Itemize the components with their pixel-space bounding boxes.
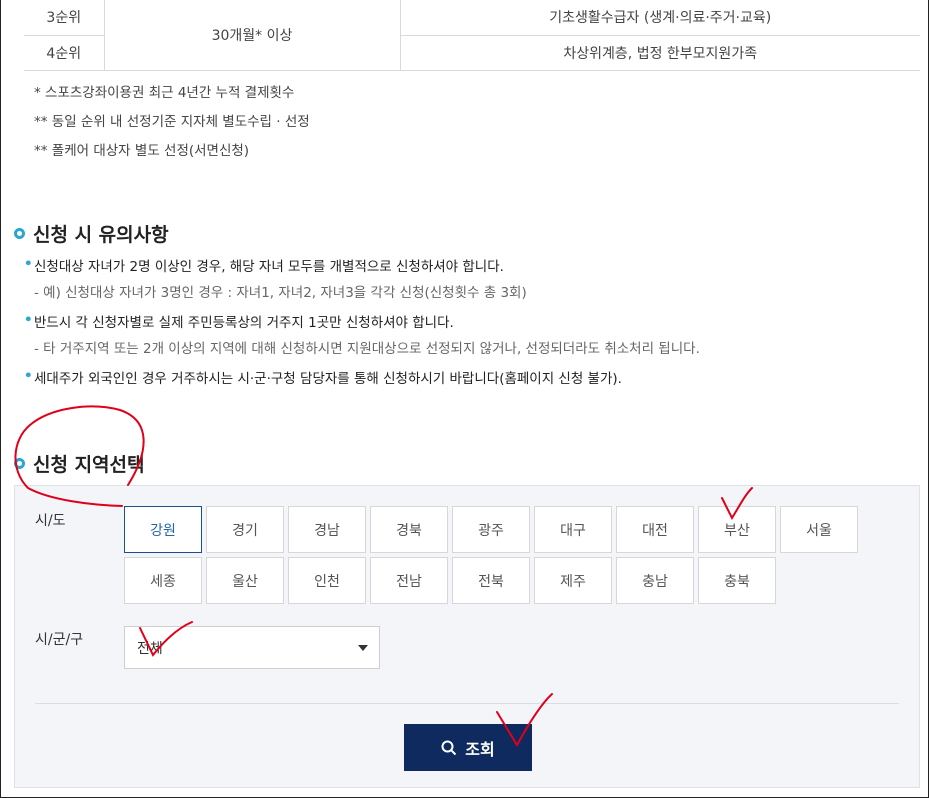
search-icon: [441, 740, 457, 755]
caret-down-icon: [358, 645, 368, 651]
sigungu-label: 시/군/구: [35, 632, 84, 648]
divider: [35, 703, 899, 704]
sigungu-value: 전체: [137, 640, 163, 657]
rank-cell: 4순위: [24, 35, 105, 71]
region-button[interactable]: 경기: [206, 506, 284, 553]
circle-bullet-icon: [14, 458, 25, 469]
region-heading: 신청 지역선택: [14, 450, 145, 477]
section-title: 신청 지역선택: [33, 454, 145, 476]
region-button[interactable]: 부산: [698, 506, 776, 553]
region-select-panel: 시/도 강원 경기 경남 경북 광주 대구 대전 부산 서울세종 울산 인천 전남 전북 제주 충남 충북 시…: [14, 485, 920, 788]
circle-bullet-icon: [14, 228, 25, 239]
caution-item: • 신청대상 자녀가 2명 이상인 경우, 해당 자녀 모두를 개별적으로 신청하…: [24, 256, 700, 304]
note-item: * 스포츠강좌이용권 최근 4년간 누적 결제횟수: [34, 85, 295, 101]
region-button[interactable]: 인천: [288, 557, 366, 604]
cautions-heading: 신청 시 유의사항: [14, 220, 169, 247]
region-button[interactable]: 대구: [534, 506, 612, 553]
caution-sub-text: - 타 거주지역 또는 2개 이상의 지역에 대해 신청하시면 지원대상으로 선…: [34, 341, 700, 357]
caution-main-text: 신청대상 자녀가 2명 이상인 경우, 해당 자녀 모두를 개별적으로 신청하셔…: [34, 259, 504, 275]
target-cell: 기초생활수급자 (생계·의료·주거·교육): [400, 0, 920, 36]
cautions-list: • 신청대상 자녀가 2명 이상인 경우, 해당 자녀 모두를 개별적으로 신청하…: [24, 256, 700, 394]
region-button[interactable]: 충남: [616, 557, 694, 604]
caution-sub-text: - 예) 신청대상 자녀가 3명인 경우 : 자녀1, 자녀2, 자녀3을 각각…: [34, 285, 527, 301]
region-button[interactable]: 강원: [124, 506, 202, 553]
bullet-icon: •: [24, 312, 33, 328]
region-button[interactable]: 경남: [288, 506, 366, 553]
region-button[interactable]: 서울: [780, 506, 858, 553]
note-item: ** 동일 순위 내 선정기준 지자체 별도수립 · 선정: [34, 114, 310, 130]
region-button[interactable]: 제주: [534, 557, 612, 604]
sido-label: 시/도: [35, 513, 66, 529]
note-item: ** 폴케어 대상자 별도 선정(서면신청): [34, 143, 250, 159]
section-title: 신청 시 유의사항: [33, 224, 169, 246]
rank-cell: 3순위: [24, 0, 105, 36]
region-button[interactable]: 충북: [698, 557, 776, 604]
region-button[interactable]: 경북: [370, 506, 448, 553]
region-button[interactable]: 광주: [452, 506, 530, 553]
table-notes: * 스포츠강좌이용권 최근 4년간 누적 결제횟수 ** 동일 순위 내 선정기…: [34, 79, 310, 166]
region-button[interactable]: 전북: [452, 557, 530, 604]
region-button[interactable]: 울산: [206, 557, 284, 604]
target-cell: 차상위계층, 법정 한부모지원가족: [400, 35, 920, 71]
sido-button-grid: 강원 경기 경남 경북 광주 대구 대전 부산 서울세종 울산 인천 전남 전북 제주 충남 충북: [124, 506, 864, 604]
bullet-icon: •: [24, 368, 33, 384]
caution-main-text: 반드시 각 신청자별로 실제 주민등록상의 거주지 1곳만 신청하셔야 합니다.: [34, 315, 454, 331]
sigungu-select[interactable]: 전체: [124, 626, 380, 669]
search-button[interactable]: 조회: [404, 724, 532, 771]
priority-table: 3순위 30개월* 이상 기초생활수급자 (생계·의료·주거·교육) 4순위 차…: [24, 0, 920, 71]
bullet-icon: •: [24, 256, 33, 272]
region-button[interactable]: 세종: [124, 557, 202, 604]
table-row: 3순위 30개월* 이상 기초생활수급자 (생계·의료·주거·교육): [24, 0, 920, 71]
caution-main-text: 세대주가 외국인인 경우 거주하시는 시·군·구청 담당자를 통해 신청하시기 …: [34, 371, 622, 387]
caution-item: • 반드시 각 신청자별로 실제 주민등록상의 거주지 1곳만 신청하셔야 합니다…: [24, 312, 700, 360]
period-cell: 30개월* 이상: [104, 0, 401, 71]
caution-item: • 세대주가 외국인인 경우 거주하시는 시·군·구청 담당자를 통해 신청하시기…: [24, 368, 700, 390]
region-button[interactable]: 전남: [370, 557, 448, 604]
search-button-label: 조회: [465, 739, 495, 759]
region-button[interactable]: 대전: [616, 506, 694, 553]
